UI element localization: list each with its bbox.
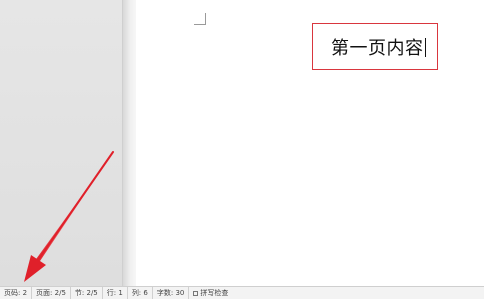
page-edge-shadow xyxy=(122,0,136,286)
status-line[interactable]: 行: 1 xyxy=(103,287,128,299)
status-word-count[interactable]: 字数: 30 xyxy=(153,287,190,299)
status-page-count[interactable]: 页面: 2/5 xyxy=(32,287,71,299)
left-gray-area xyxy=(0,0,122,286)
text-box-content[interactable]: 第一页内容 xyxy=(331,34,426,60)
text-cursor xyxy=(424,38,426,57)
status-spell-check[interactable]: 拼写检查 xyxy=(189,287,232,299)
text-box[interactable]: 第一页内容 xyxy=(312,23,438,70)
status-page-number[interactable]: 页码: 2 xyxy=(0,287,33,299)
spell-check-icon xyxy=(193,290,199,296)
status-spell-check-label: 拼写检查 xyxy=(200,289,229,297)
text-box-text: 第一页内容 xyxy=(331,38,424,59)
status-bar: 页码: 2 页面: 2/5 节: 2/5 行: 1 列: 6 字数: 30 拼写… xyxy=(0,286,484,299)
page-margin-corner-mark xyxy=(194,13,206,25)
status-section[interactable]: 节: 2/5 xyxy=(71,287,103,299)
status-column[interactable]: 列: 6 xyxy=(128,287,153,299)
